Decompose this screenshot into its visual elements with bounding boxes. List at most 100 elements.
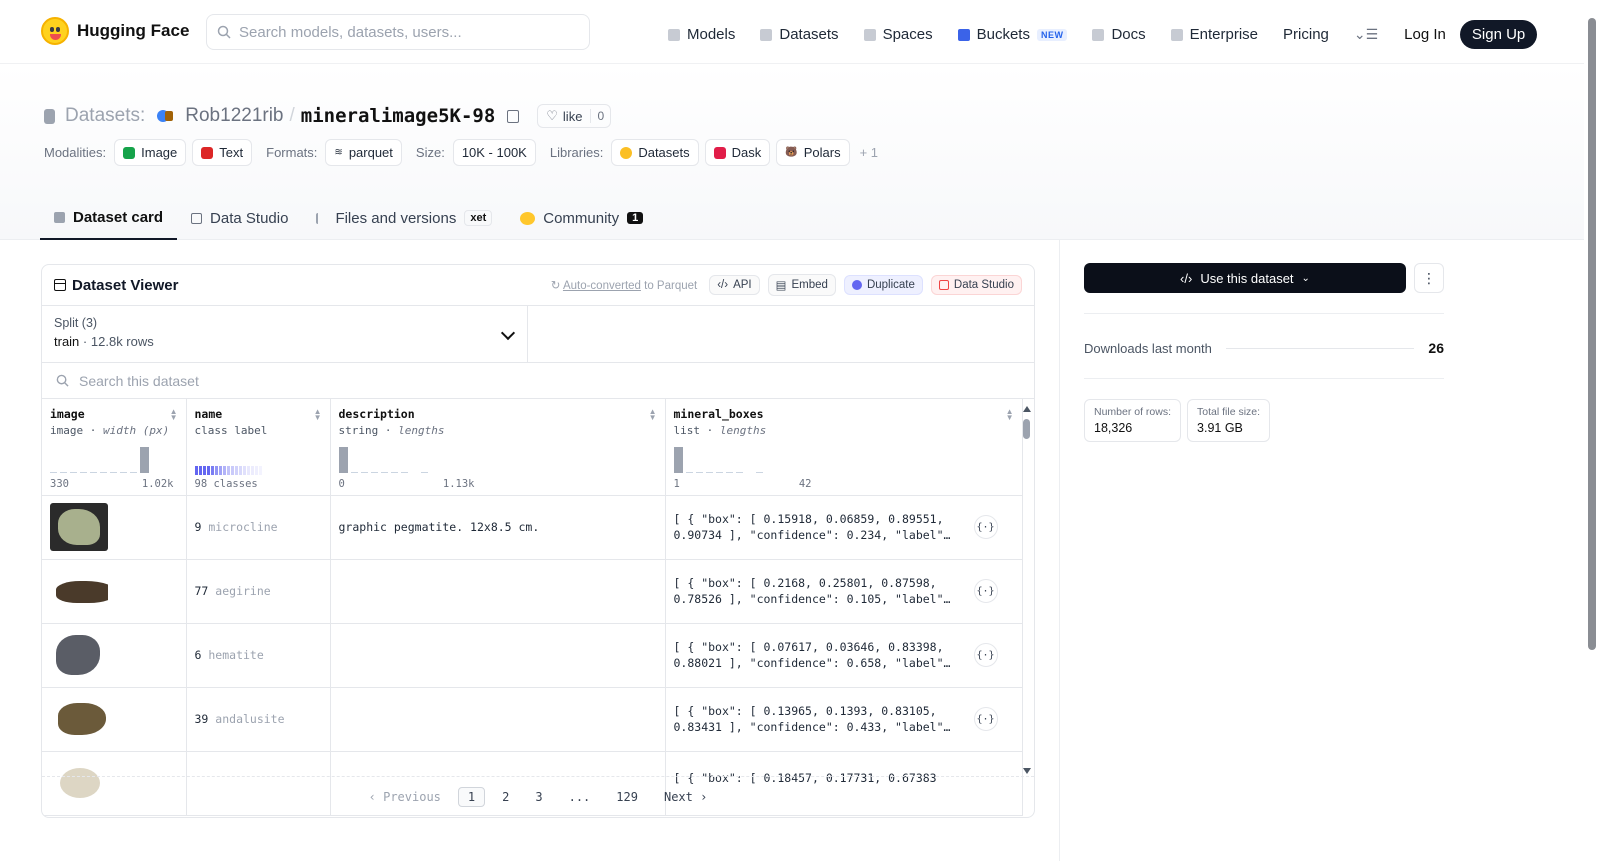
dask-icon — [713, 146, 726, 159]
format-parquet-tag[interactable]: ≋ parquet — [325, 139, 402, 166]
column-header-image[interactable]: image image · width (px) ▲ ▼ 330 1.02k — [42, 399, 187, 496]
login-link[interactable]: Log In — [1404, 26, 1446, 43]
nav-spaces[interactable]: Spaces — [863, 26, 933, 43]
data-table: image image · width (px) ▲ ▼ 330 1.02k nam… — [42, 399, 1023, 816]
dataset-search-input[interactable]: Search this dataset — [42, 363, 1034, 399]
description-cell — [330, 559, 666, 624]
page-scrollbar[interactable] — [1588, 18, 1596, 650]
global-search-input[interactable]: Search models, datasets, users... — [206, 14, 590, 50]
rows-stat: Number of rows: 18,326 — [1084, 399, 1182, 442]
table-icon — [54, 279, 66, 291]
mineral-boxes-cell: [ { "box": [ 0.2168, 0.25801, 0.87598, 0… — [673, 576, 951, 606]
dataset-stats: Number of rows: 18,326 Total file size: … — [1084, 399, 1271, 442]
json-view-icon[interactable]: {·} — [973, 643, 998, 667]
nav-docs[interactable]: Docs — [1092, 26, 1146, 43]
table-row[interactable]: 77 aegirine [ { "box": [ 0.2168, 0.25801… — [42, 559, 1023, 624]
page-1-button[interactable]: 1 — [457, 787, 486, 807]
library-dask-tag[interactable]: Dask — [704, 139, 771, 166]
tab-data-studio[interactable]: Data Studio — [177, 196, 302, 240]
code-icon: ‹/› — [717, 279, 729, 291]
embed-button[interactable]: ▤ Embed — [767, 274, 836, 296]
size-tag[interactable]: 10K - 100K — [452, 139, 536, 166]
like-count: 0 — [590, 109, 610, 123]
tab-dataset-card[interactable]: Dataset card — [40, 196, 178, 240]
tab-community[interactable]: Community 1 — [506, 196, 657, 240]
description-cell — [330, 687, 666, 752]
api-button[interactable]: ‹/› API — [709, 275, 760, 295]
scroll-up-icon[interactable] — [1023, 406, 1031, 412]
mineral-boxes-cell: [ { "box": [ 0.13965, 0.1393, 0.83105, 0… — [673, 704, 951, 734]
nav-datasets[interactable]: Datasets — [760, 26, 839, 43]
datasets-prefix[interactable]: Datasets: — [65, 105, 145, 127]
xet-badge: xet — [464, 210, 493, 226]
json-view-icon[interactable]: {·} — [973, 579, 998, 603]
auto-converted-link[interactable]: Auto-converted — [563, 280, 641, 292]
table-scrollbar[interactable] — [1020, 401, 1034, 777]
use-this-dataset-button[interactable]: ‹/› Use this dataset ⌄ — [1084, 263, 1406, 293]
column-header-description[interactable]: description string · lengths ▲ ▼ 0 1.13k — [330, 399, 666, 496]
top-navigation: Hugging Face Search models, datasets, us… — [0, 0, 1584, 64]
modality-image-tag[interactable]: Image — [114, 139, 187, 166]
column-header-mineral-boxes[interactable]: mineral_boxes list · lengths ▲ ▼ 1 42 — [665, 399, 1023, 496]
parquet-icon: ≋ — [334, 147, 343, 158]
previous-page-button[interactable]: ‹ Previous — [360, 788, 450, 806]
repo-name[interactable]: mineralimage5K-98 — [301, 105, 495, 127]
sort-icon[interactable]: ▲ ▼ — [1006, 408, 1014, 422]
json-view-icon[interactable]: {·} — [973, 707, 998, 731]
scroll-down-icon[interactable] — [1023, 768, 1031, 774]
library-datasets-tag[interactable]: Datasets — [611, 139, 699, 166]
buckets-icon — [957, 28, 970, 41]
downloads-stat: Downloads last month 26 — [1084, 340, 1444, 356]
library-polars-tag[interactable]: 🐻 Polars — [776, 139, 850, 166]
table-row[interactable]: 39 andalusite [ { "box": [ 0.13965, 0.13… — [42, 687, 1023, 752]
mineral-image-thumbnail[interactable] — [50, 631, 108, 679]
mineral-image-thumbnail[interactable] — [50, 503, 108, 551]
text-icon — [201, 146, 214, 159]
nav-models[interactable]: Models — [668, 26, 735, 43]
hugging-face-logo[interactable]: Hugging Face — [41, 17, 189, 45]
signup-button[interactable]: Sign Up — [1459, 20, 1538, 49]
copy-icon[interactable] — [507, 109, 520, 123]
sort-icon[interactable]: ▲ ▼ — [649, 408, 657, 422]
table-icon — [191, 212, 203, 224]
viewer-title: Dataset Viewer — [72, 276, 179, 294]
sort-icon[interactable]: ▲ ▼ — [170, 408, 178, 422]
nav-enterprise[interactable]: Enterprise — [1170, 26, 1258, 43]
data-studio-button[interactable]: Data Studio — [930, 275, 1022, 295]
like-button[interactable]: ♡ like 0 — [537, 104, 612, 128]
column-header-name[interactable]: name class label ▲ ▼ 98 classes — [186, 399, 331, 496]
split-selector[interactable]: Split (3) train · 12.8k rows — [42, 306, 528, 362]
user-avatar[interactable] — [157, 109, 177, 123]
table-row[interactable]: 9 microcline graphic pegmatite. 12x8.5 c… — [42, 495, 1023, 560]
more-options-icon[interactable]: ⋮ — [1414, 263, 1444, 293]
datasets-icon — [760, 28, 773, 41]
mineral-image-thumbnail[interactable] — [50, 567, 108, 615]
nav-pricing[interactable]: Pricing — [1283, 26, 1329, 43]
page-2-button[interactable]: 2 — [493, 788, 518, 806]
files-icon — [316, 212, 327, 224]
heart-icon: ♡ — [546, 108, 558, 123]
tab-files-and-versions[interactable]: Files and versions xet — [302, 196, 506, 240]
mineral-image-thumbnail[interactable] — [50, 695, 108, 743]
search-placeholder: Search models, datasets, users... — [239, 23, 462, 41]
json-view-icon[interactable]: {·} — [973, 515, 998, 539]
page-129-button[interactable]: 129 — [607, 788, 647, 806]
data-studio-icon — [938, 280, 949, 290]
sort-icon[interactable]: ▲ ▼ — [314, 408, 322, 422]
more-menu-icon[interactable]: ⌄☰ — [1354, 26, 1378, 43]
next-page-button[interactable]: Next › — [655, 788, 716, 806]
divider — [1084, 378, 1444, 379]
modality-text-tag[interactable]: Text — [192, 139, 253, 166]
histogram — [50, 446, 174, 473]
more-libraries[interactable]: + 1 — [860, 145, 878, 160]
page-3-button[interactable]: 3 — [526, 788, 551, 806]
duplicate-button[interactable]: Duplicate — [843, 275, 923, 295]
repo-owner[interactable]: Rob1221rib — [185, 105, 283, 127]
scrollbar-thumb[interactable] — [1023, 419, 1030, 439]
split-label: Split (3) — [54, 316, 98, 330]
table-row[interactable]: 6 hematite [ { "box": [ 0.07617, 0.03646… — [42, 623, 1023, 688]
sidebar-divider — [1059, 240, 1060, 861]
split-value: train — [54, 334, 80, 349]
page-ellipsis: ... — [568, 790, 591, 804]
nav-buckets[interactable]: Buckets NEW — [957, 26, 1068, 43]
